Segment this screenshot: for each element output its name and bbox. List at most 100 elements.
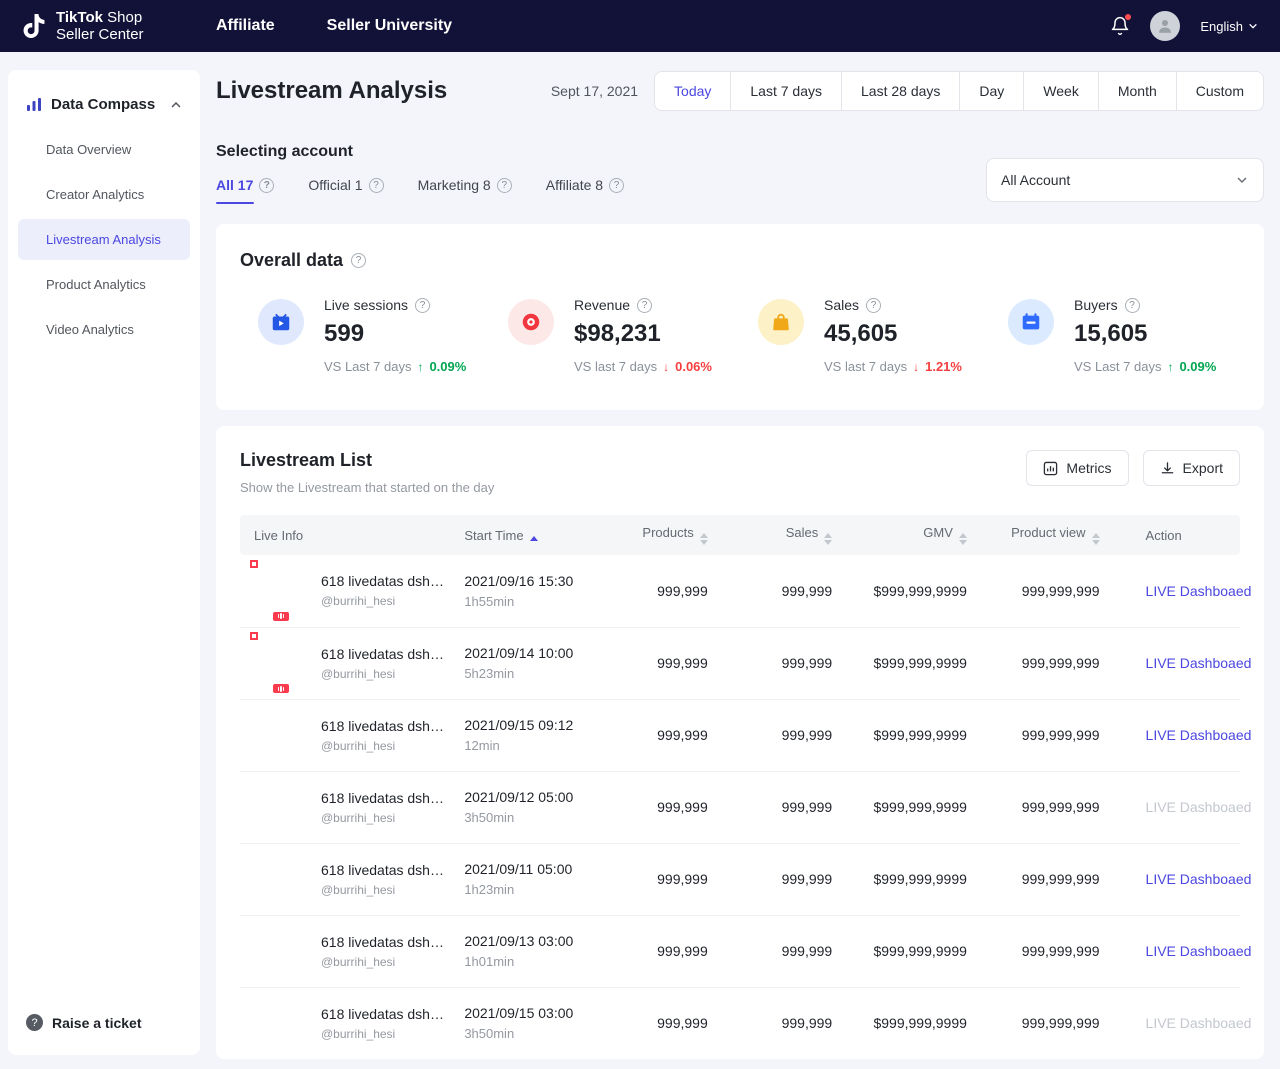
column-start-time[interactable]: Start Time [456, 515, 629, 555]
range-button-today[interactable]: Today [655, 72, 730, 110]
account-filter-value: All Account [1001, 172, 1070, 188]
stream-name[interactable]: 618 livedatas dsha... [321, 573, 448, 589]
live-dashboard-link[interactable]: LIVE Dashboaed [1146, 583, 1252, 599]
list-head-left: Livestream List Show the Livestream that… [240, 450, 494, 495]
stream-name[interactable]: 618 livedatas dsha... [321, 790, 448, 806]
sort-icon[interactable] [700, 533, 708, 545]
live-dashboard-link[interactable]: LIVE Dashboaed [1146, 727, 1252, 743]
start-time: 2021/09/15 03:00 [464, 1005, 621, 1021]
stream-avatar[interactable] [254, 996, 308, 1050]
gmv-cell: $999,999,9999 [852, 771, 987, 843]
action-cell: LIVE Dashboaed [1120, 771, 1240, 843]
brand-name: TikTok [56, 9, 103, 26]
page-header: Livestream Analysis Sept 17, 2021 Today … [216, 71, 1264, 111]
tab-marketing[interactable]: Marketing 8 ? [418, 177, 512, 204]
sidebar-item-data-overview[interactable]: Data Overview [18, 129, 190, 170]
stream-avatar[interactable] [254, 636, 308, 690]
start-time: 2021/09/15 09:12 [464, 717, 621, 733]
live-dashboard-link[interactable]: LIVE Dashboaed [1146, 1015, 1252, 1031]
help-icon[interactable]: ? [415, 298, 430, 313]
help-icon[interactable]: ? [609, 178, 624, 193]
sidebar-item-product-analytics[interactable]: Product Analytics [18, 264, 190, 305]
live-info-cell: 618 livedatas dsha... @burrihi_hesi [240, 843, 456, 915]
metrics-grid: Live sessions ? 599 VS Last 7 days ↑ 0.0… [240, 297, 1240, 374]
export-button[interactable]: Export [1143, 450, 1240, 486]
stream-avatar[interactable] [254, 708, 308, 762]
stream-name[interactable]: 618 livedatas dsha... [321, 1006, 448, 1022]
stream-name[interactable]: 618 livedatas dsha... [321, 718, 448, 734]
column-product-view[interactable]: Product view [987, 515, 1120, 555]
range-button-custom[interactable]: Custom [1176, 72, 1263, 110]
start-time-cell: 2021/09/12 05:00 3h50min [456, 771, 629, 843]
stream-handle: @burrihi_hesi [321, 955, 448, 969]
table-row: 618 livedatas dsha... @burrihi_hesi 2021… [240, 771, 1240, 843]
stream-handle: @burrihi_hesi [321, 667, 448, 681]
table-row: 618 livedatas dsha... @burrihi_hesi 2021… [240, 699, 1240, 771]
language-selector[interactable]: English [1200, 19, 1258, 34]
stream-avatar[interactable] [254, 924, 308, 978]
column-products[interactable]: Products [630, 515, 728, 555]
help-icon[interactable]: ? [1125, 298, 1140, 313]
sales-cell: 999,999 [728, 771, 852, 843]
list-actions: Metrics Export [1026, 450, 1240, 486]
stream-avatar[interactable] [254, 852, 308, 906]
brand-suffix: Shop [107, 9, 142, 26]
start-time: 2021/09/14 10:00 [464, 645, 621, 661]
live-dashboard-link[interactable]: LIVE Dashboaed [1146, 943, 1252, 959]
range-button-week[interactable]: Week [1023, 72, 1098, 110]
stream-avatar[interactable] [254, 564, 308, 618]
tab-all[interactable]: All 17 ? [216, 177, 274, 204]
nav-link-affiliate[interactable]: Affiliate [216, 17, 275, 35]
start-time-cell: 2021/09/15 03:00 3h50min [456, 987, 629, 1059]
sort-asc-icon[interactable] [530, 536, 538, 541]
stream-handle: @burrihi_hesi [321, 594, 448, 608]
sidebar-item-livestream-analysis[interactable]: Livestream Analysis [18, 219, 190, 260]
column-gmv[interactable]: GMV [852, 515, 987, 555]
notifications-bell-icon[interactable] [1110, 16, 1130, 36]
action-cell: LIVE Dashboaed [1120, 915, 1240, 987]
stream-avatar[interactable] [254, 780, 308, 834]
live-dashboard-link[interactable]: LIVE Dashboaed [1146, 655, 1252, 671]
navbar-right: English [1110, 11, 1258, 41]
user-avatar[interactable] [1150, 11, 1180, 41]
help-icon[interactable]: ? [259, 178, 274, 193]
live-dashboard-link[interactable]: LIVE Dashboaed [1146, 871, 1252, 887]
logo-text: TikTok Shop Seller Center [56, 9, 144, 44]
help-icon[interactable]: ? [369, 178, 384, 193]
table-row: 618 livedatas dsha... @burrihi_hesi 2021… [240, 627, 1240, 699]
sort-icon[interactable] [1092, 533, 1100, 545]
range-button-month[interactable]: Month [1098, 72, 1176, 110]
metric-value: 45,605 [824, 320, 962, 348]
range-button-last-7-days[interactable]: Last 7 days [730, 72, 841, 110]
live-dashboard-link[interactable]: LIVE Dashboaed [1146, 799, 1252, 815]
range-button-day[interactable]: Day [959, 72, 1023, 110]
help-icon[interactable]: ? [351, 253, 366, 268]
raise-ticket-button[interactable]: ? Raise a ticket [18, 1008, 190, 1037]
products-cell: 999,999 [630, 699, 728, 771]
metrics-button[interactable]: Metrics [1026, 450, 1128, 486]
sidebar-item-video-analytics[interactable]: Video Analytics [18, 309, 190, 350]
metric-compare: VS last 7 days [824, 359, 907, 374]
tab-affiliate[interactable]: Affiliate 8 ? [546, 177, 624, 204]
sort-icon[interactable] [824, 533, 832, 545]
help-icon[interactable]: ? [866, 298, 881, 313]
sidebar: Data Compass Data Overview Creator Analy… [8, 70, 200, 1055]
tab-official-label: Official 1 [308, 177, 362, 193]
column-sales[interactable]: Sales [728, 515, 852, 555]
stream-name[interactable]: 618 livedatas dsha... [321, 646, 448, 662]
sort-icon[interactable] [959, 533, 967, 545]
seller-center-logo[interactable]: TikTok Shop Seller Center [22, 9, 216, 44]
help-icon[interactable]: ? [497, 178, 512, 193]
sidebar-item-creator-analytics[interactable]: Creator Analytics [18, 174, 190, 215]
stream-name[interactable]: 618 livedatas dsha... [321, 934, 448, 950]
nav-link-seller-university[interactable]: Seller University [327, 17, 452, 35]
stream-name[interactable]: 618 livedatas dsha... [321, 862, 448, 878]
sidebar-section-data-compass[interactable]: Data Compass [18, 92, 190, 127]
account-filter-dropdown[interactable]: All Account [986, 158, 1264, 202]
table-row: 618 livedatas dsha... @burrihi_hesi 2021… [240, 987, 1240, 1059]
sales-cell: 999,999 [728, 843, 852, 915]
tab-official[interactable]: Official 1 ? [308, 177, 383, 204]
date-range-segmented-control: Today Last 7 days Last 28 days Day Week … [654, 71, 1264, 111]
help-icon[interactable]: ? [637, 298, 652, 313]
range-button-last-28-days[interactable]: Last 28 days [841, 72, 959, 110]
